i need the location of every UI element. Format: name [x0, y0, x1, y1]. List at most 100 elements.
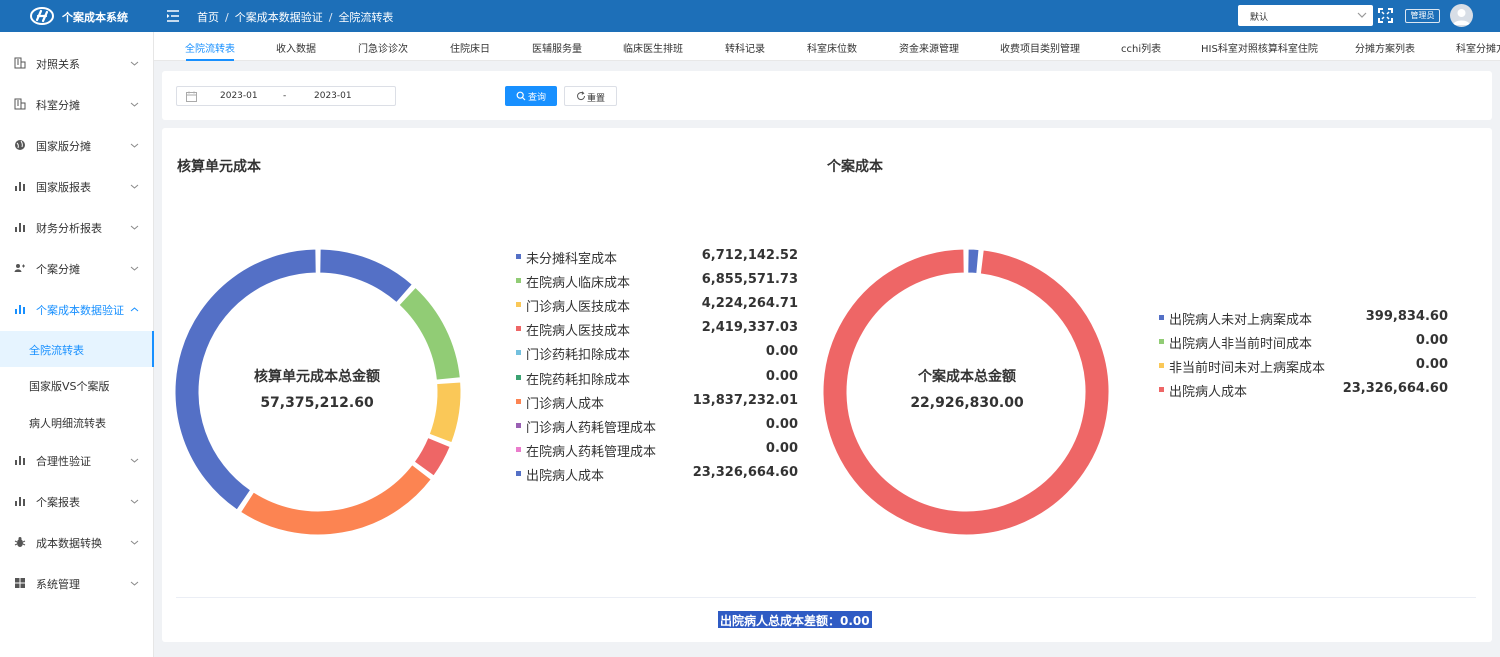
tab-cchi-list[interactable]: cchi列表: [1121, 40, 1161, 55]
breadcrumb: 首页 / 个案成本数据验证 / 全院流转表: [197, 9, 393, 25]
legend-marker: [516, 302, 521, 308]
legend-label: 门诊药耗扣除成本: [526, 348, 631, 364]
left-donut-center-label: 核算单元成本总金额: [254, 369, 380, 385]
legend-label: 门诊病人成本: [526, 396, 605, 412]
sidebar-item-label: 合理性验证: [36, 455, 91, 468]
legend-item[interactable]: 出院病人未对上病案成本 399,834.60: [1159, 309, 1448, 328]
sidebar-item-label: 对照关系: [36, 58, 80, 71]
tab-inpatient-bed-days[interactable]: 住院床日: [450, 40, 490, 55]
legend-marker: [516, 398, 521, 404]
sidebar-subitem-label: 病人明细流转表: [29, 417, 106, 430]
legend-marker: [516, 278, 521, 284]
legend-item[interactable]: 非当前时间未对上病案成本 0.00: [1159, 357, 1448, 376]
legend-label: 在院病人医技成本: [526, 324, 631, 340]
calendar-icon: [186, 91, 197, 102]
sidebar-item-system-management[interactable]: 系统管理: [0, 569, 154, 597]
windows-icon: [15, 578, 25, 588]
date-start-input[interactable]: 2023-01: [220, 91, 258, 101]
sidebar-item-label: 国家版报表: [36, 181, 91, 194]
sidebar-subitem-patient-detail-flow[interactable]: 病人明细流转表: [0, 404, 154, 440]
bar-chart-icon: [15, 182, 25, 191]
donut-slice[interactable]: [319, 248, 413, 304]
sidebar-item-national-allocation[interactable]: 国家版分摊: [0, 131, 154, 159]
reset-button[interactable]: 重置: [564, 86, 617, 106]
right-donut-chart: [823, 248, 1110, 536]
user-icon: [1453, 9, 1470, 25]
donut-slice[interactable]: [428, 381, 462, 444]
tab-doctor-schedule[interactable]: 临床医生排班: [623, 40, 683, 55]
legend-item[interactable]: 出院病人非当前时间成本 0.00: [1159, 333, 1448, 352]
tab-transfer-records[interactable]: 转科记录: [725, 40, 765, 55]
date-range-picker[interactable]: 2023-01 - 2023-01: [176, 86, 396, 106]
legend-item[interactable]: 门诊病人药耗管理成本 0.00: [516, 417, 798, 436]
legend-item[interactable]: 未分摊科室成本 6,712,142.52: [516, 248, 798, 267]
tab-dept-beds[interactable]: 科室床位数: [807, 40, 857, 55]
legend-value: 399,834.60: [1365, 309, 1448, 324]
tab-auxiliary-service[interactable]: 医辅服务量: [532, 40, 582, 55]
query-button[interactable]: 查询: [505, 86, 557, 106]
sidebar-subitem-hospital-flow[interactable]: 全院流转表: [0, 331, 154, 367]
sidebar-item-case-allocation[interactable]: 个案分摊: [0, 254, 154, 282]
chevron-down-icon: [130, 458, 139, 463]
date-end-input[interactable]: 2023-01: [314, 91, 352, 101]
sidebar-item-dept-allocation[interactable]: 科室分摊: [0, 90, 154, 118]
legend-item[interactable]: 门诊病人医技成本 4,224,264.71: [516, 296, 798, 316]
fullscreen-icon[interactable]: [1378, 8, 1393, 23]
bug-icon: [14, 537, 26, 547]
menu-toggle-icon[interactable]: [166, 9, 180, 23]
legend-marker: [516, 254, 521, 259]
query-button-label: 查询: [528, 93, 547, 103]
legend-item[interactable]: 在院药耗扣除成本 0.00: [516, 369, 798, 388]
donut-slice[interactable]: [240, 464, 432, 536]
sidebar-item-label: 财务分析报表: [36, 222, 102, 235]
legend-label: 在院药耗扣除成本: [526, 372, 631, 388]
sidebar-item-finance-report[interactable]: 财务分析报表: [0, 213, 154, 241]
legend-label: 门诊病人医技成本: [526, 300, 631, 316]
theme-select[interactable]: 默认: [1238, 5, 1373, 26]
sidebar-item-rationality-validation[interactable]: 合理性验证: [0, 446, 154, 474]
sidebar-item-label: 成本数据转换: [36, 537, 102, 550]
legend-item[interactable]: 在院病人药耗管理成本 0.00: [516, 441, 798, 460]
tab-charge-category[interactable]: 收费项目类别管理: [1000, 40, 1080, 55]
sidebar-item-cost-data-conversion[interactable]: 成本数据转换: [0, 528, 154, 556]
legend-item[interactable]: 在院病人医技成本 2,419,337.03: [516, 320, 798, 340]
donut-slice[interactable]: [823, 248, 1110, 536]
legend-marker: [1159, 315, 1164, 320]
legend-item[interactable]: 出院病人成本 23,326,664.60: [1159, 381, 1448, 400]
sidebar-item-case-data-validation[interactable]: 个案成本数据验证: [0, 295, 154, 323]
chevron-down-icon: [130, 581, 139, 586]
legend-item[interactable]: 出院病人成本 23,326,664.60: [516, 464, 798, 484]
sidebar-item-mapping[interactable]: 对照关系: [0, 49, 154, 77]
avatar[interactable]: [1450, 4, 1473, 27]
tab-hospital-flow[interactable]: 全院流转表: [185, 40, 235, 55]
legend-item[interactable]: 门诊病人成本 13,837,232.01: [516, 393, 798, 412]
sidebar-subitem-national-vs-case[interactable]: 国家版VS个案版: [0, 367, 154, 403]
right-donut-total: 22,926,830.00: [910, 395, 1024, 411]
sidebar-item-label: 个案分摊: [36, 263, 80, 276]
tab-revenue-data[interactable]: 收入数据: [276, 40, 316, 55]
breadcrumb-section[interactable]: 个案成本数据验证: [235, 11, 323, 24]
legend-item[interactable]: 在院病人临床成本 6,855,571.73: [516, 272, 798, 291]
tab-allocation-plans[interactable]: 分摊方案列表: [1355, 40, 1415, 55]
breadcrumb-home[interactable]: 首页: [197, 11, 219, 24]
legend-marker: [1159, 387, 1164, 392]
legend-label: 出院病人未对上病案成本: [1169, 313, 1313, 328]
legend-label: 在院病人药耗管理成本: [526, 444, 657, 460]
sidebar-item-case-report[interactable]: 个案报表: [0, 487, 154, 515]
tab-fund-source[interactable]: 资金来源管理: [899, 40, 959, 55]
legend-value: 23,326,664.60: [692, 464, 798, 480]
donut-slice[interactable]: [967, 248, 980, 274]
role-badge[interactable]: 管理员: [1405, 9, 1440, 23]
sidebar-item-label: 国家版分摊: [36, 140, 91, 153]
active-tab-indicator: [186, 59, 234, 61]
tab-dept-allocation-plan[interactable]: 科室分摊方: [1456, 40, 1500, 55]
tab-his-dept-mapping[interactable]: HIS科室对照核算科室住院: [1201, 40, 1318, 55]
sidebar-item-national-report[interactable]: 国家版报表: [0, 172, 154, 200]
tab-outpatient-visits[interactable]: 门急诊诊次: [358, 40, 408, 55]
legend-value: 6,855,571.73: [701, 272, 798, 288]
legend-marker: [516, 350, 521, 356]
legend-item[interactable]: 门诊药耗扣除成本 0.00: [516, 344, 798, 364]
globe-icon: [15, 140, 25, 150]
sidebar-subitem-label: 国家版VS个案版: [29, 380, 110, 393]
theme-select-value: 默认: [1250, 13, 1269, 23]
